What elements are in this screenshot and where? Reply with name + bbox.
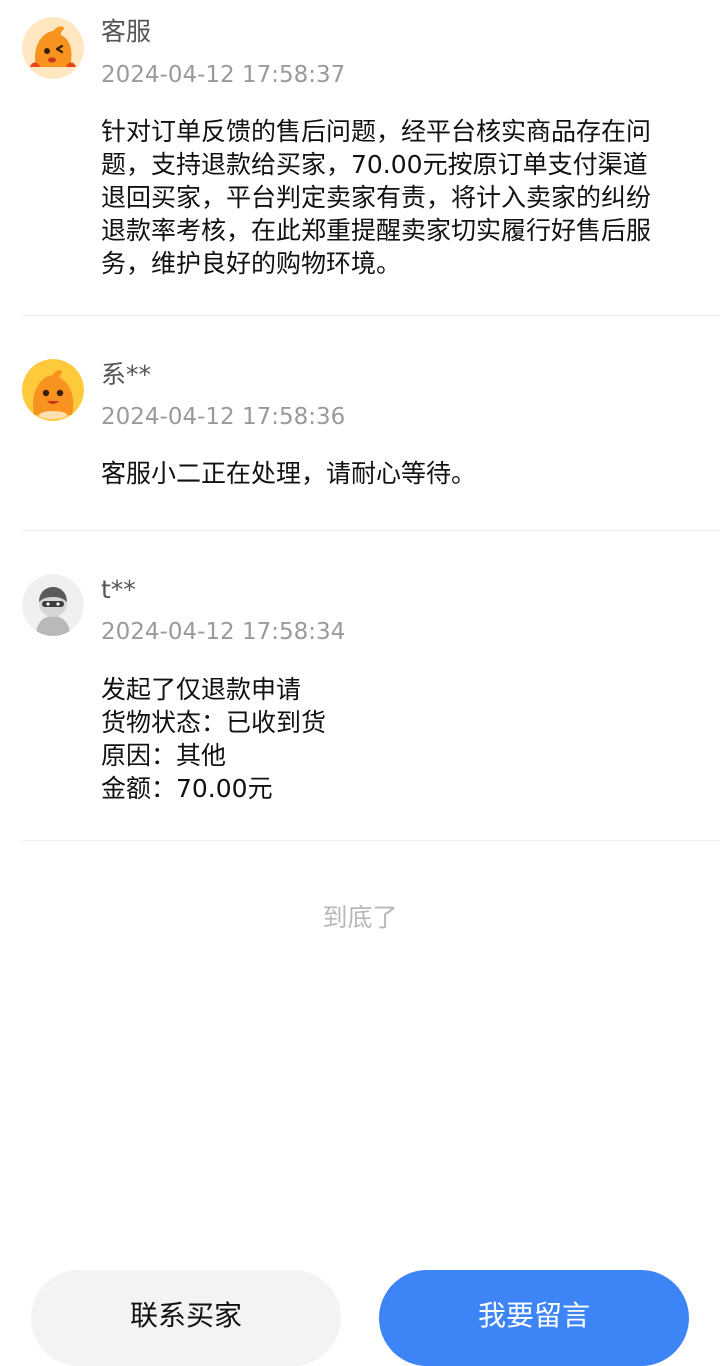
message-timestamp: 2024-04-12 17:58:34 [101, 619, 346, 645]
message-divider [22, 315, 720, 316]
sender-name: 客服 [101, 17, 152, 46]
message-line: 退回买家，平台判定卖家有责，将计入卖家的纠纷 [101, 183, 652, 212]
orange-mascot-avatar-icon[interactable] [22, 359, 84, 421]
message-line: 针对订单反馈的售后问题，经平台核实商品存在问 [101, 117, 652, 146]
default-user-avatar-icon[interactable] [22, 574, 84, 636]
message-divider [22, 840, 720, 841]
message-line: 原因：其他 [101, 741, 227, 770]
message-content: 发起了仅退款申请 货物状态：已收到货 原因：其他 金额：70.00元 [101, 673, 701, 805]
message-content: 客服小二正在处理，请耐心等待。 [101, 457, 701, 490]
contact-buyer-button[interactable]: 联系买家 [31, 1270, 341, 1366]
sender-name: 系** [101, 360, 152, 389]
orange-mascot-avatar-icon[interactable] [22, 17, 84, 79]
leave-message-button[interactable]: 我要留言 [379, 1270, 689, 1366]
message-line: 发起了仅退款申请 [101, 675, 302, 704]
message-line: 退款率考核，在此郑重提醒卖家切实履行好售后服 [101, 216, 652, 245]
message-divider [22, 530, 720, 531]
message-line: 客服小二正在处理，请耐心等待。 [101, 459, 477, 488]
end-of-list-text: 到底了 [322, 903, 398, 932]
message-line: 题，支持退款给买家，70.00元按原订单支付渠道 [101, 150, 648, 179]
message-timestamp: 2024-04-12 17:58:37 [101, 62, 346, 88]
message-content: 针对订单反馈的售后问题，经平台核实商品存在问 题，支持退款给买家，70.00元按… [101, 115, 701, 280]
message-line: 货物状态：已收到货 [101, 708, 327, 737]
message-timestamp: 2024-04-12 17:58:36 [101, 404, 346, 430]
sender-name: t** [101, 575, 136, 604]
message-line: 金额：70.00元 [101, 774, 273, 803]
message-line: 务，维护良好的购物环境。 [101, 249, 402, 278]
